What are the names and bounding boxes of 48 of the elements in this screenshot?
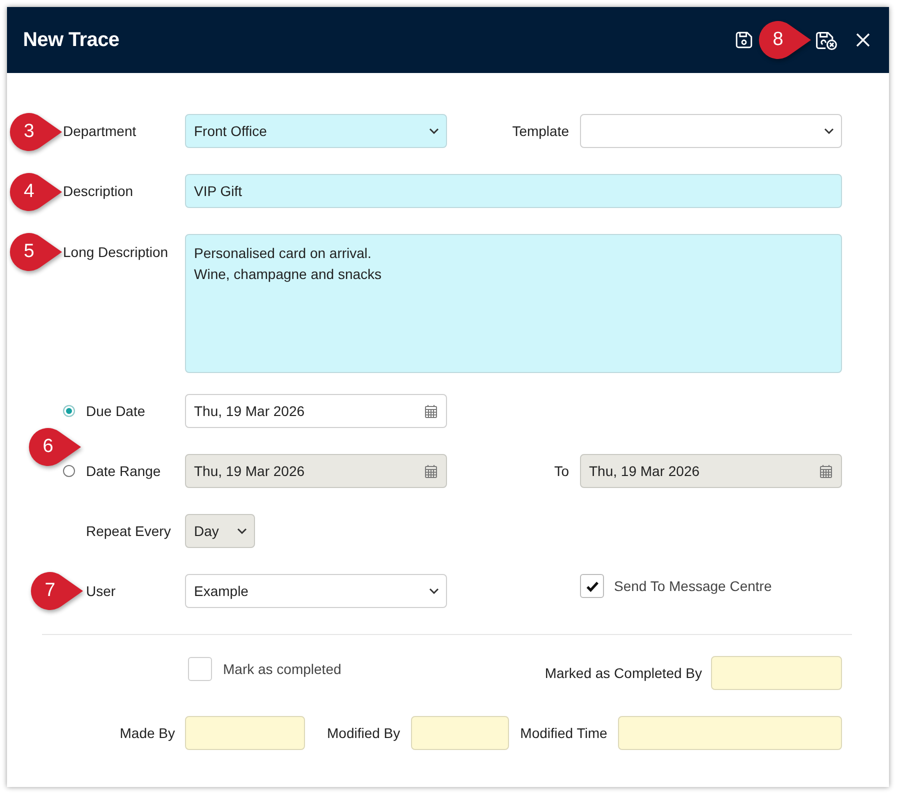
description-field[interactable]: VIP Gift [185, 174, 842, 208]
calendar-icon [820, 464, 832, 478]
description-label: Description [63, 183, 134, 199]
radio-button[interactable] [63, 465, 75, 477]
chevron-down-icon [824, 128, 834, 134]
made-by-label: Made By [120, 725, 175, 741]
callout-marker: 3 [8, 111, 64, 153]
calendar-icon [425, 464, 437, 478]
close-button[interactable] [854, 31, 872, 49]
callout-marker: 8 [757, 19, 813, 61]
modified-time-label: Modified Time [520, 725, 608, 741]
modified-by-label: Modified By [327, 725, 400, 741]
template-select[interactable] [580, 114, 842, 148]
calendar-icon [425, 404, 437, 418]
chevron-down-icon [237, 528, 247, 534]
floppy-disk-x-icon [815, 30, 838, 50]
callout-marker: 5 [8, 231, 64, 273]
checkbox[interactable] [580, 574, 604, 598]
radio-button[interactable] [63, 405, 75, 417]
made-by-field[interactable] [185, 716, 305, 750]
chevron-down-icon [429, 128, 439, 134]
callout-marker: 6 [27, 426, 83, 468]
callout-marker: 7 [29, 570, 85, 612]
date-option-label: Due Date [86, 403, 146, 419]
send-to-message-centre-label: Send To Message Centre [614, 578, 772, 594]
checkbox[interactable] [188, 657, 212, 681]
mark-as-completed-label: Mark as completed [223, 661, 342, 677]
user-select[interactable]: Example [185, 574, 447, 608]
window-title: New Trace [23, 28, 120, 52]
long-description-label: Long Description [63, 244, 168, 260]
long-description-field[interactable]: Personalised card on arrival. Wine, champagne and snacks [185, 234, 842, 373]
template-label: Template [512, 123, 569, 139]
department-label: Department [63, 123, 136, 139]
chevron-down-icon [429, 588, 439, 594]
save-button[interactable] [733, 29, 755, 51]
marked-as-completed-by-field[interactable] [711, 656, 842, 690]
checkmark-icon [586, 580, 598, 592]
close-icon [856, 33, 870, 47]
marked-as-completed-by-label: Marked as Completed By [544, 665, 702, 681]
user-label: User [86, 583, 116, 599]
callout-marker: 4 [8, 171, 64, 213]
to-label: To [554, 463, 569, 479]
modified-by-field[interactable] [411, 716, 510, 750]
repeat-every-label: Repeat Every [86, 523, 171, 539]
department-select[interactable]: Front Office [185, 114, 447, 148]
date-option-label: Date Range [86, 463, 161, 479]
date-field[interactable]: Thu, 19 Mar 2026 [185, 394, 447, 428]
modified-time-field[interactable] [618, 716, 842, 750]
